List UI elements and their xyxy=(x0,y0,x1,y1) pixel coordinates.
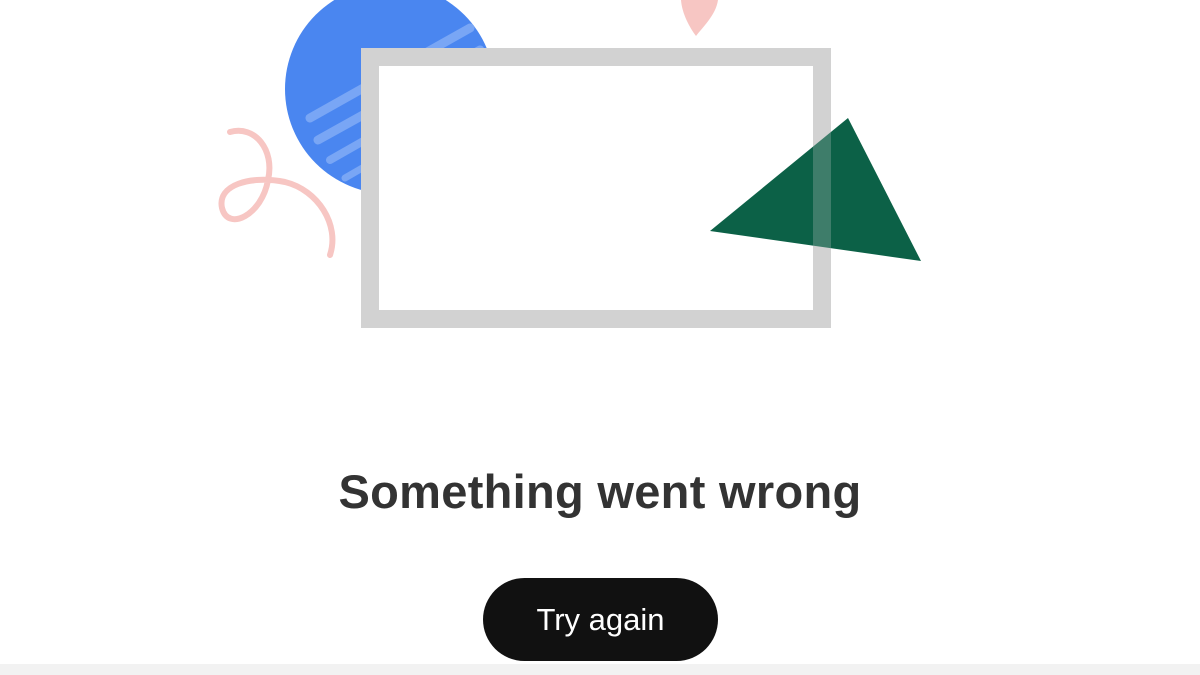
bottom-divider xyxy=(0,664,1200,675)
gray-frame-icon xyxy=(361,48,831,328)
error-illustration xyxy=(218,0,921,328)
pink-drop-icon xyxy=(681,0,718,36)
error-title: Something went wrong xyxy=(338,465,862,518)
try-again-button[interactable]: Try again xyxy=(483,578,718,661)
